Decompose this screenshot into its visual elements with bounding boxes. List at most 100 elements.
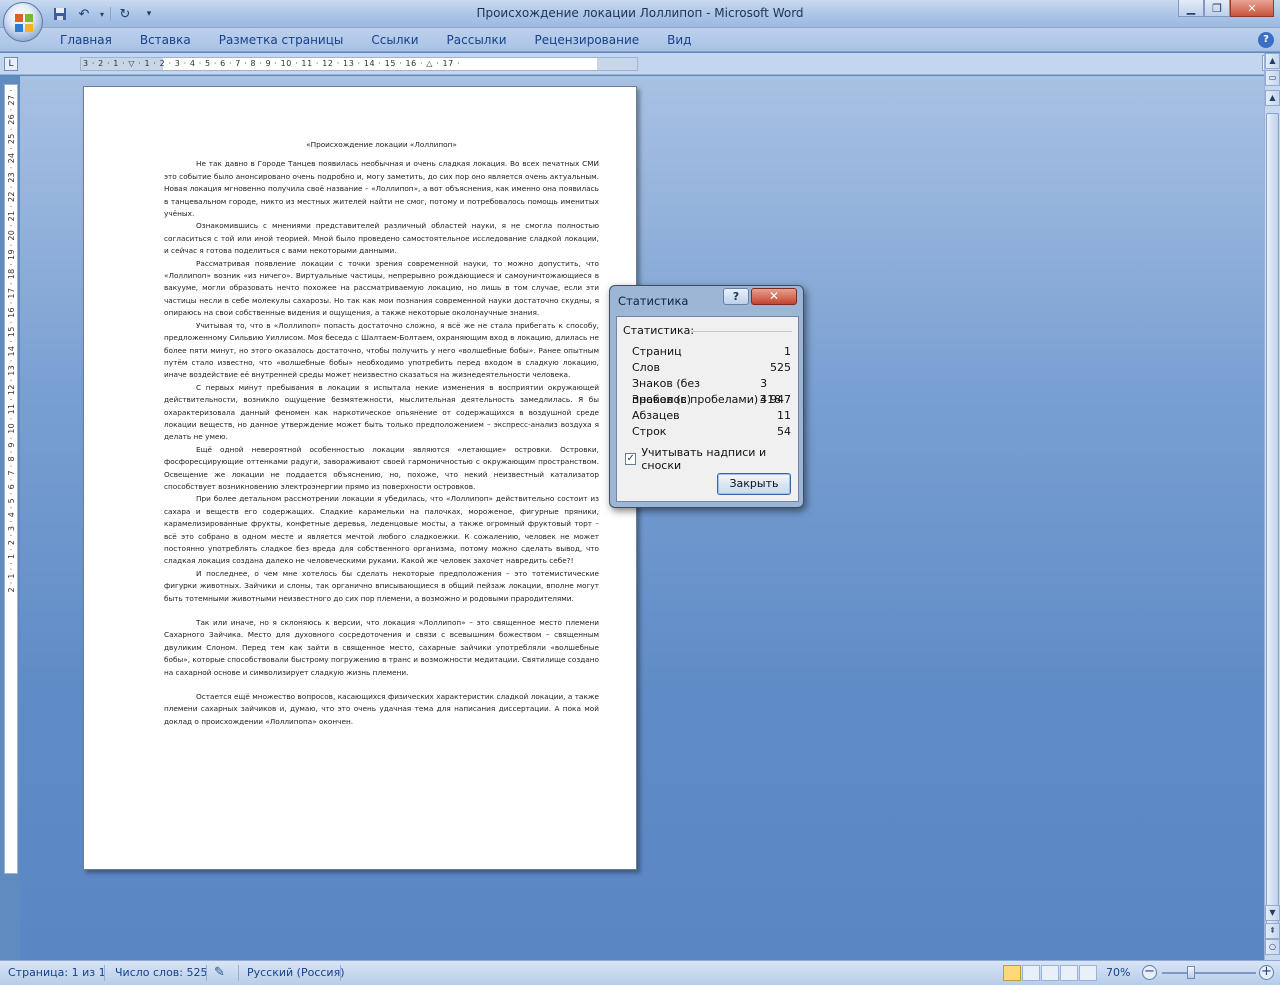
- ribbon-tabs: Главная Вставка Разметка страницы Ссылки…: [46, 32, 705, 48]
- document-paragraph: Не так давно в Городе Танцев появилась н…: [164, 159, 599, 219]
- statistics-group-label: Статистика:: [623, 324, 695, 337]
- zoom-level[interactable]: 70%: [1106, 966, 1130, 979]
- document-paragraph: При более детальном рассмотрении локации…: [164, 494, 599, 566]
- word-count-dialog: Статистика ? ✕ Статистика: Страниц 1 Сло…: [609, 285, 804, 508]
- web-layout-view-icon[interactable]: [1041, 965, 1059, 981]
- checkbox-label[interactable]: Учитывать надписи и сноски: [641, 446, 798, 472]
- stat-value: 3 418: [760, 377, 782, 406]
- stat-row-paragraphs: Абзацев 11: [632, 408, 791, 424]
- close-button[interactable]: Закрыть: [717, 473, 791, 495]
- stat-value: 525: [770, 361, 791, 374]
- stat-value: 3 947: [759, 393, 792, 406]
- help-icon[interactable]: ?: [1258, 32, 1274, 48]
- vertical-ruler[interactable]: 2 · 1 · · 1 · 2 · 3 · 4 · 5 · 6 · 7 · 8 …: [4, 84, 18, 874]
- stat-label: Знаков (без пробелов): [632, 377, 701, 406]
- tab-insert[interactable]: Вставка: [126, 32, 205, 48]
- zoom-in-icon[interactable]: +: [1259, 965, 1274, 980]
- status-divider: [238, 965, 239, 981]
- ruler-right-margin: [597, 58, 637, 70]
- status-page[interactable]: Страница: 1 из 1: [8, 966, 106, 979]
- stat-row-chars-with-spaces: Знаков (с пробелами) 3 947: [632, 392, 791, 408]
- stat-row-words: Слов 525: [632, 360, 791, 376]
- stat-row-pages: Страниц 1: [632, 344, 791, 360]
- stat-label: Знаков (с пробелами): [632, 393, 759, 406]
- stat-row-chars-no-spaces: Знаков (без пробелов) 3 418: [632, 376, 791, 406]
- status-bar: Страница: 1 из 1 Число слов: 525 ✎ Русск…: [0, 960, 1280, 985]
- minimize-icon[interactable]: ▁: [1178, 0, 1204, 17]
- document-paragraph: Ознакомившись с мнениями представителей …: [164, 221, 599, 256]
- stat-value: 54: [777, 425, 791, 438]
- maximize-icon[interactable]: ❐: [1204, 0, 1230, 17]
- document-title: «Происхождение локации «Лоллипоп»: [306, 140, 457, 149]
- title-bar: Происхождение локации Лоллипоп - Microso…: [0, 0, 1280, 28]
- stat-label: Строк: [632, 425, 667, 438]
- tab-view[interactable]: Вид: [653, 32, 705, 48]
- scroll-down-icon[interactable]: ▼: [1265, 905, 1280, 921]
- window-controls: ▁ ❐ ✕: [1178, 0, 1274, 17]
- office-logo-icon: [15, 14, 33, 32]
- tab-mailings[interactable]: Рассылки: [433, 32, 521, 48]
- outline-view-icon[interactable]: [1060, 965, 1078, 981]
- save-icon[interactable]: [50, 5, 70, 23]
- dialog-content: Статистика: Страниц 1 Слов 525 Знаков (б…: [616, 316, 799, 502]
- browse-object-icon[interactable]: ○: [1265, 939, 1280, 955]
- tab-stop-selector[interactable]: L: [4, 57, 18, 71]
- document-page[interactable]: «Происхождение локации «Лоллипоп» Не так…: [83, 86, 637, 870]
- document-paragraph: Так или иначе, но я склоняюсь к версии, …: [164, 618, 599, 677]
- draft-view-icon[interactable]: [1079, 965, 1097, 981]
- document-paragraph: И последнее, о чем мне хотелось бы сдела…: [164, 568, 599, 603]
- window-title: Происхождение локации Лоллипоп - Microso…: [476, 6, 804, 20]
- vertical-ruler-marks: 2 · 1 · · 1 · 2 · 3 · 4 · 5 · 6 · 7 · 8 …: [7, 89, 16, 593]
- zoom-slider-thumb[interactable]: [1187, 966, 1195, 979]
- status-divider: [340, 965, 341, 981]
- stat-value: 11: [777, 409, 791, 422]
- proofing-icon[interactable]: ✎: [214, 965, 225, 980]
- close-window-icon[interactable]: ✕: [1230, 0, 1274, 17]
- scroll-up-icon[interactable]: ▲: [1265, 53, 1280, 69]
- tab-page-layout[interactable]: Разметка страницы: [205, 32, 358, 48]
- stat-label: Слов: [632, 361, 660, 374]
- tab-review[interactable]: Рецензирование: [521, 32, 654, 48]
- include-textboxes-checkbox-row[interactable]: ✓ Учитывать надписи и сноски: [625, 446, 798, 472]
- document-paragraph: Ещё одной невероятной особенностью локац…: [164, 444, 599, 491]
- vertical-scrollbar[interactable]: ▲ ▭ ▲ ▼ ⇞ ○: [1264, 53, 1280, 960]
- document-paragraph: Учитывая то, что в «Лоллипоп» попасть до…: [164, 320, 599, 380]
- ribbon: Главная Вставка Разметка страницы Ссылки…: [0, 28, 1280, 52]
- status-language[interactable]: Русский (Россия): [247, 966, 345, 979]
- scroll-up-arrow-icon[interactable]: ▲: [1265, 90, 1280, 106]
- status-divider: [104, 965, 105, 981]
- tab-home[interactable]: Главная: [46, 32, 126, 48]
- ruler-bar: L 3 · 2 · 1 · ▽ · 1 · 2 · 3 · 4 · 5 · 6 …: [0, 53, 1280, 75]
- status-divider: [206, 965, 207, 981]
- qat-divider: [110, 7, 111, 21]
- customize-qat-icon[interactable]: ▾: [139, 5, 159, 23]
- scroll-thumb[interactable]: [1266, 113, 1279, 943]
- tab-references[interactable]: Ссылки: [357, 32, 432, 48]
- dialog-help-button[interactable]: ?: [723, 288, 749, 305]
- status-word-count[interactable]: Число слов: 525: [115, 966, 208, 979]
- previous-page-icon[interactable]: ⇞: [1265, 923, 1280, 939]
- document-paragraph: Рассматривая появление локации с точки з…: [164, 258, 599, 318]
- stat-label: Абзацев: [632, 409, 680, 422]
- full-screen-reading-view-icon[interactable]: [1022, 965, 1040, 981]
- view-ruler-toggle-icon[interactable]: ▭: [1265, 70, 1280, 86]
- stat-label: Страниц: [632, 345, 682, 358]
- ruler-marks: 3 · 2 · 1 · ▽ · 1 · 2 · 3 · 4 · 5 · 6 · …: [83, 59, 461, 68]
- redo-icon[interactable]: ↻: [115, 5, 135, 23]
- stat-row-lines: Строк 54: [632, 424, 791, 440]
- stat-value: 1: [784, 345, 791, 358]
- group-divider: [691, 331, 792, 332]
- zoom-slider[interactable]: [1162, 972, 1256, 974]
- dialog-title: Статистика: [618, 294, 689, 308]
- include-textboxes-checkbox[interactable]: ✓: [625, 453, 637, 465]
- office-button[interactable]: [3, 2, 43, 42]
- undo-dropdown-icon[interactable]: ▾: [98, 5, 106, 23]
- horizontal-ruler[interactable]: 3 · 2 · 1 · ▽ · 1 · 2 · 3 · 4 · 5 · 6 · …: [80, 57, 638, 71]
- view-buttons: [1003, 965, 1097, 981]
- dialog-close-icon[interactable]: ✕: [751, 288, 797, 305]
- undo-icon[interactable]: ↶: [74, 5, 94, 23]
- print-layout-view-icon[interactable]: [1003, 965, 1021, 981]
- document-paragraph: Остается ещё множество вопросов, касающи…: [164, 692, 599, 726]
- zoom-out-icon[interactable]: −: [1142, 965, 1157, 980]
- document-body[interactable]: «Происхождение локации «Лоллипоп» Не так…: [164, 139, 599, 728]
